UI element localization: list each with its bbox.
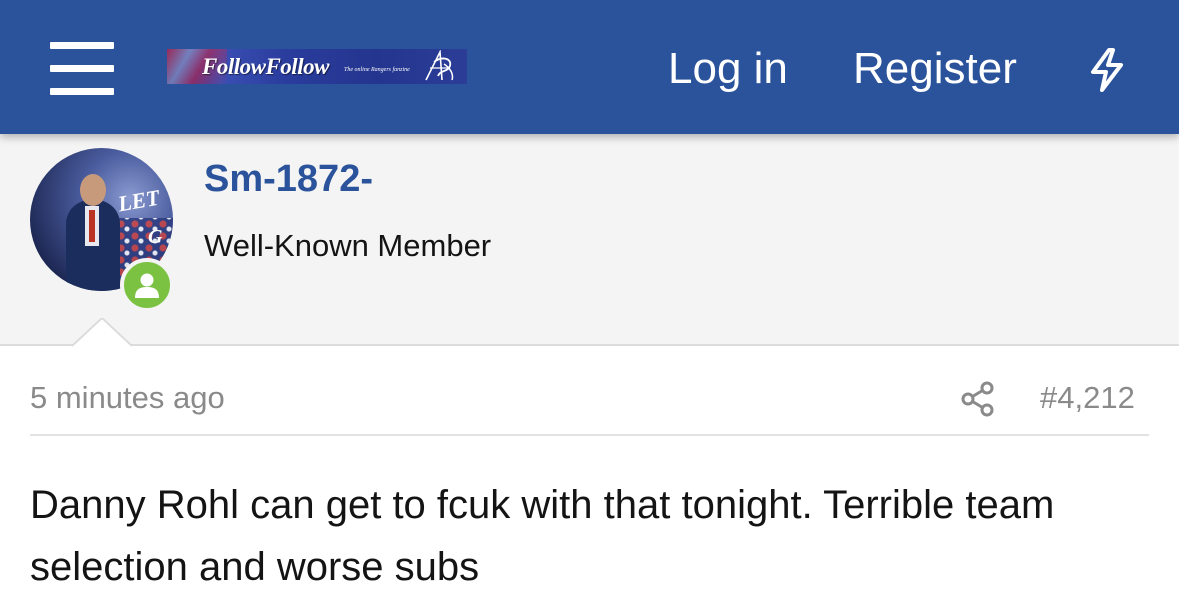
username-link[interactable]: Sm-1872- bbox=[204, 158, 373, 201]
avatar-text: G bbox=[148, 226, 163, 248]
post-body-text: Danny Rohl can get to fcuk with that ton… bbox=[30, 483, 1055, 589]
user-title: Well-Known Member bbox=[204, 228, 492, 263]
avatar-person-head bbox=[80, 174, 106, 206]
message-pointer-arrow bbox=[72, 318, 132, 347]
avatar-text: LET bbox=[116, 184, 162, 217]
user-icon bbox=[135, 273, 159, 298]
post-author-section: LET G Sm-1872- Well-Known Member bbox=[0, 134, 1179, 346]
top-navigation-bar: FollowFollow The online Rangers fanzine … bbox=[0, 0, 1179, 134]
menu-line-icon bbox=[50, 88, 114, 95]
share-icon[interactable] bbox=[961, 381, 995, 417]
post-meta-bar: 5 minutes ago #4,212 bbox=[30, 374, 1149, 436]
menu-line-icon bbox=[50, 65, 114, 72]
logo-name: FollowFollow bbox=[202, 54, 329, 79]
register-link[interactable]: Register bbox=[853, 44, 1017, 94]
menu-line-icon bbox=[50, 42, 114, 49]
club-crest-icon bbox=[425, 50, 454, 81]
site-logo[interactable]: FollowFollow The online Rangers fanzine bbox=[167, 49, 467, 84]
online-status-badge bbox=[120, 258, 174, 312]
post-timestamp[interactable]: 5 minutes ago bbox=[30, 380, 225, 416]
lightning-bolt-icon[interactable] bbox=[1087, 47, 1127, 93]
login-link[interactable]: Log in bbox=[668, 44, 788, 94]
hamburger-menu-button[interactable] bbox=[50, 42, 114, 96]
post-number-link[interactable]: #4,212 bbox=[1040, 380, 1135, 416]
avatar-person-tie bbox=[89, 210, 95, 242]
logo-tagline: The online Rangers fanzine bbox=[344, 67, 410, 73]
